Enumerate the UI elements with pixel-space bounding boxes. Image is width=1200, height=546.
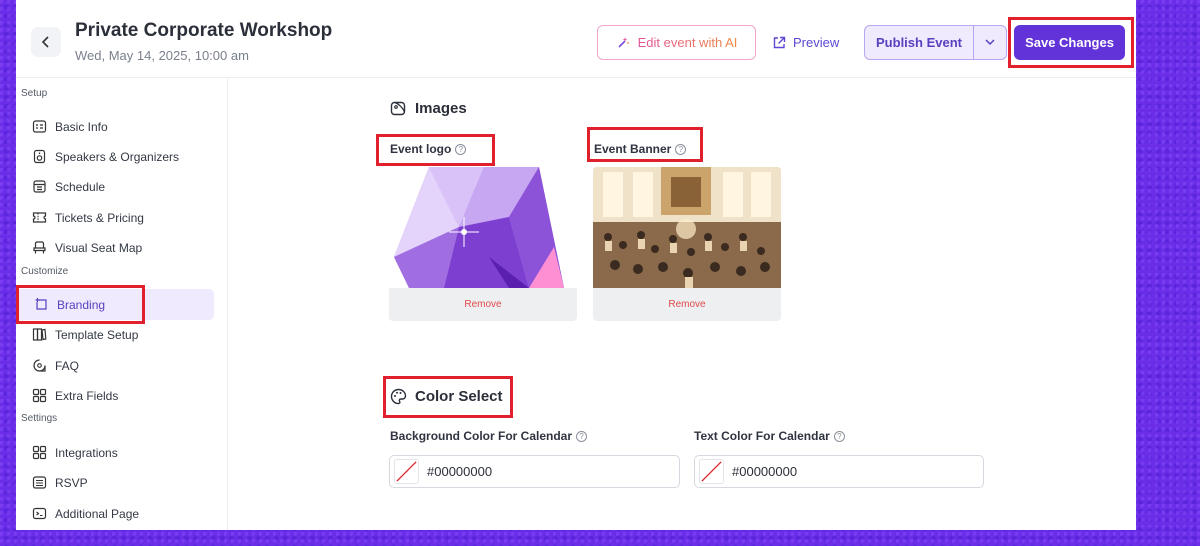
event-banner-card: Remove [593, 167, 781, 321]
sidebar-item-label: Template Setup [55, 327, 139, 342]
color-select-heading: Color Select [390, 388, 503, 405]
preview-label: Preview [793, 35, 840, 50]
images-heading-text: Images [415, 100, 467, 117]
seat-icon [33, 241, 46, 254]
event-logo-card: Remove [389, 167, 577, 321]
event-banner-label: Event Banner ? [594, 142, 687, 156]
sidebar-item-label: Basic Info [55, 119, 108, 134]
sidebar: Setup Basic Info Speakers & Organizers S… [16, 78, 228, 530]
publish-event-button-group: Publish Event [864, 25, 1007, 60]
sidebar-item-additional-page[interactable]: Additional Page [30, 498, 214, 529]
palette-icon [390, 388, 407, 405]
sidebar-item-seat-map[interactable]: Visual Seat Map [30, 232, 214, 263]
template-icon [32, 328, 47, 341]
event-banner-image[interactable] [593, 167, 781, 288]
save-changes-button[interactable]: Save Changes [1014, 25, 1125, 60]
remove-banner-button[interactable]: Remove [593, 288, 781, 321]
sidebar-item-template-setup[interactable]: Template Setup [30, 319, 214, 350]
sidebar-item-speakers[interactable]: Speakers & Organizers [30, 141, 214, 172]
text-color-input[interactable]: #00000000 [694, 455, 984, 488]
text-color-value: #00000000 [732, 464, 798, 479]
color-select-heading-text: Color Select [415, 388, 503, 405]
help-icon[interactable]: ? [675, 143, 687, 155]
sidebar-item-label: FAQ [55, 358, 80, 373]
color-swatch-none[interactable] [394, 459, 419, 484]
event-logo-image[interactable] [389, 167, 577, 288]
sidebar-item-branding[interactable]: Branding [16, 289, 214, 320]
external-link-icon [773, 36, 786, 48]
sidebar-item-label: Additional Page [55, 506, 140, 521]
sidebar-item-label: RSVP [55, 475, 88, 490]
id-card-icon [32, 120, 47, 133]
edit-with-ai-button[interactable]: Edit event with AI [597, 25, 756, 60]
preview-button[interactable]: Preview [772, 25, 848, 60]
event-datetime: Wed, May 14, 2025, 10:00 am [75, 48, 249, 63]
event-logo-label: Event logo ? [390, 142, 467, 156]
grid-icon [32, 388, 47, 403]
bg-color-label-text: Background Color For Calendar [390, 429, 573, 443]
help-icon[interactable]: ? [833, 430, 845, 442]
magic-wand-icon [618, 36, 629, 48]
ticket-icon [32, 212, 47, 223]
bg-color-value: #00000000 [427, 464, 493, 479]
schedule-icon [33, 180, 46, 193]
publish-event-button[interactable]: Publish Event [865, 26, 974, 59]
sidebar-item-label: Integrations [55, 445, 118, 460]
chevron-down-icon [985, 39, 995, 46]
branding-icon [35, 298, 47, 310]
chevron-left-icon [41, 36, 49, 48]
sidebar-item-label: Schedule [55, 179, 106, 194]
help-icon[interactable]: ? [576, 430, 588, 442]
sidebar-item-integrations[interactable]: Integrations [30, 437, 214, 468]
event-title: Private Corporate Workshop [75, 20, 333, 41]
page-icon [32, 507, 47, 520]
sidebar-item-label: Speakers & Organizers [55, 149, 180, 164]
integrations-icon [32, 445, 47, 460]
sidebar-item-schedule[interactable]: Schedule [30, 171, 214, 202]
sidebar-item-tickets[interactable]: Tickets & Pricing [30, 202, 214, 233]
sidebar-item-label: Visual Seat Map [55, 240, 143, 255]
bg-color-label: Background Color For Calendar ? [390, 429, 588, 443]
section-label-settings: Settings [21, 413, 58, 424]
sidebar-item-extra-fields[interactable]: Extra Fields [30, 380, 214, 411]
bg-color-input[interactable]: #00000000 [389, 455, 680, 488]
event-logo-label-text: Event logo [390, 142, 452, 156]
sidebar-item-label: Tickets & Pricing [55, 210, 144, 225]
event-banner-label-text: Event Banner [594, 142, 672, 156]
text-color-label: Text Color For Calendar ? [694, 429, 845, 443]
rsvp-icon [32, 476, 47, 489]
remove-logo-button[interactable]: Remove [389, 288, 577, 321]
color-swatch-none[interactable] [699, 459, 724, 484]
publish-options-dropdown[interactable] [974, 26, 1006, 59]
back-button[interactable] [31, 27, 61, 57]
sidebar-item-label: Branding [57, 297, 106, 312]
sidebar-item-basic-info[interactable]: Basic Info [30, 111, 214, 142]
help-icon[interactable]: ? [455, 143, 467, 155]
image-icon [390, 101, 406, 116]
section-label-customize: Customize [21, 266, 69, 277]
edit-with-ai-label: Edit event with AI [637, 35, 738, 50]
sidebar-item-rsvp[interactable]: RSVP [30, 467, 214, 498]
section-label-setup: Setup [21, 88, 48, 99]
sidebar-item-faq[interactable]: FAQ [30, 350, 214, 381]
speaker-icon [33, 149, 46, 164]
text-color-label-text: Text Color For Calendar [694, 429, 830, 443]
header: Private Corporate Workshop Wed, May 14, … [16, 0, 1136, 78]
app-window: Private Corporate Workshop Wed, May 14, … [16, 0, 1136, 530]
images-section-heading: Images [390, 100, 467, 117]
faq-icon [33, 359, 46, 372]
sidebar-item-label: Extra Fields [55, 388, 119, 403]
